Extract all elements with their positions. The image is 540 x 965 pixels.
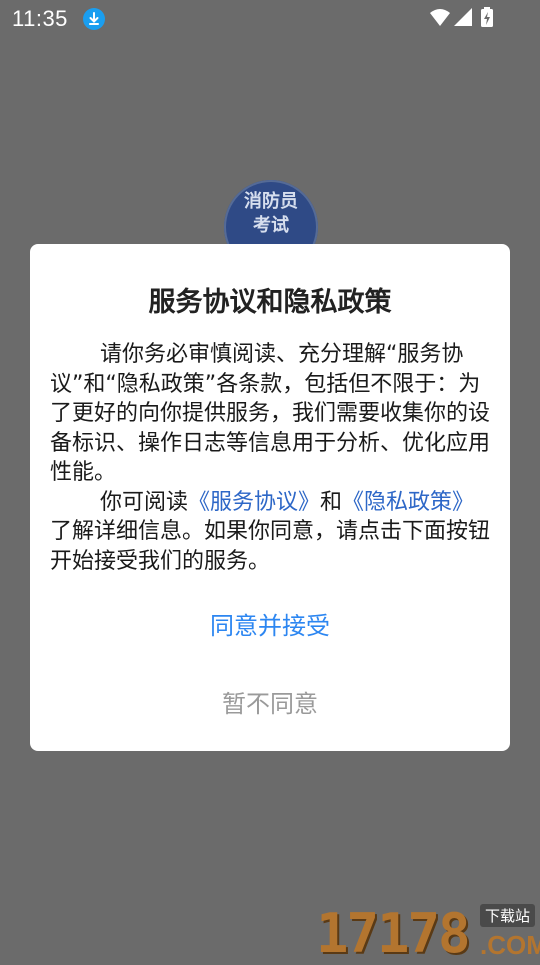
status-time: 11:35 [12,6,68,31]
watermark-domain: .COM [480,930,540,960]
dialog-paragraph-2: 你可阅读《服务协议》和《隐私政策》了解详细信息。如果你同意，请点击下面按钮开始接… [50,489,491,574]
status-icons [430,7,493,27]
watermark-logo: 17178 下载站 .COM [316,902,540,965]
dialog-title: 服务协议和隐私政策 [148,287,392,318]
privacy-dialog: 服务协议和隐私政策 请你务必审慎阅读、充分理解“服务协议”和“隐私政策”各条款，… [30,244,510,751]
battery-charging-icon [481,7,493,27]
agree-button[interactable]: 同意并接受 [30,606,510,641]
watermark-tag: 下载站 [480,904,536,927]
wifi-icon [430,9,450,26]
decline-button[interactable]: 暂不同意 [30,684,510,719]
watermark-number: 17178 [316,902,471,965]
download-icon [83,8,105,30]
status-bar: 11:35 [0,0,540,36]
app-logo-text: 消防员 考试 [244,191,298,236]
dialog-paragraph-1: 请你务必审慎阅读、充分理解“服务协议”和“隐私政策”各条款，包括但不限于：为了更… [50,342,491,485]
privacy-policy-link[interactable]: 《隐私政策》 [342,490,474,515]
dialog-body: 请你务必审慎阅读、充分理解“服务协议”和“隐私政策”各条款，包括但不限于：为了更… [50,340,490,576]
signal-icon [454,8,472,26]
service-agreement-link[interactable]: 《服务协议》 [188,490,320,515]
